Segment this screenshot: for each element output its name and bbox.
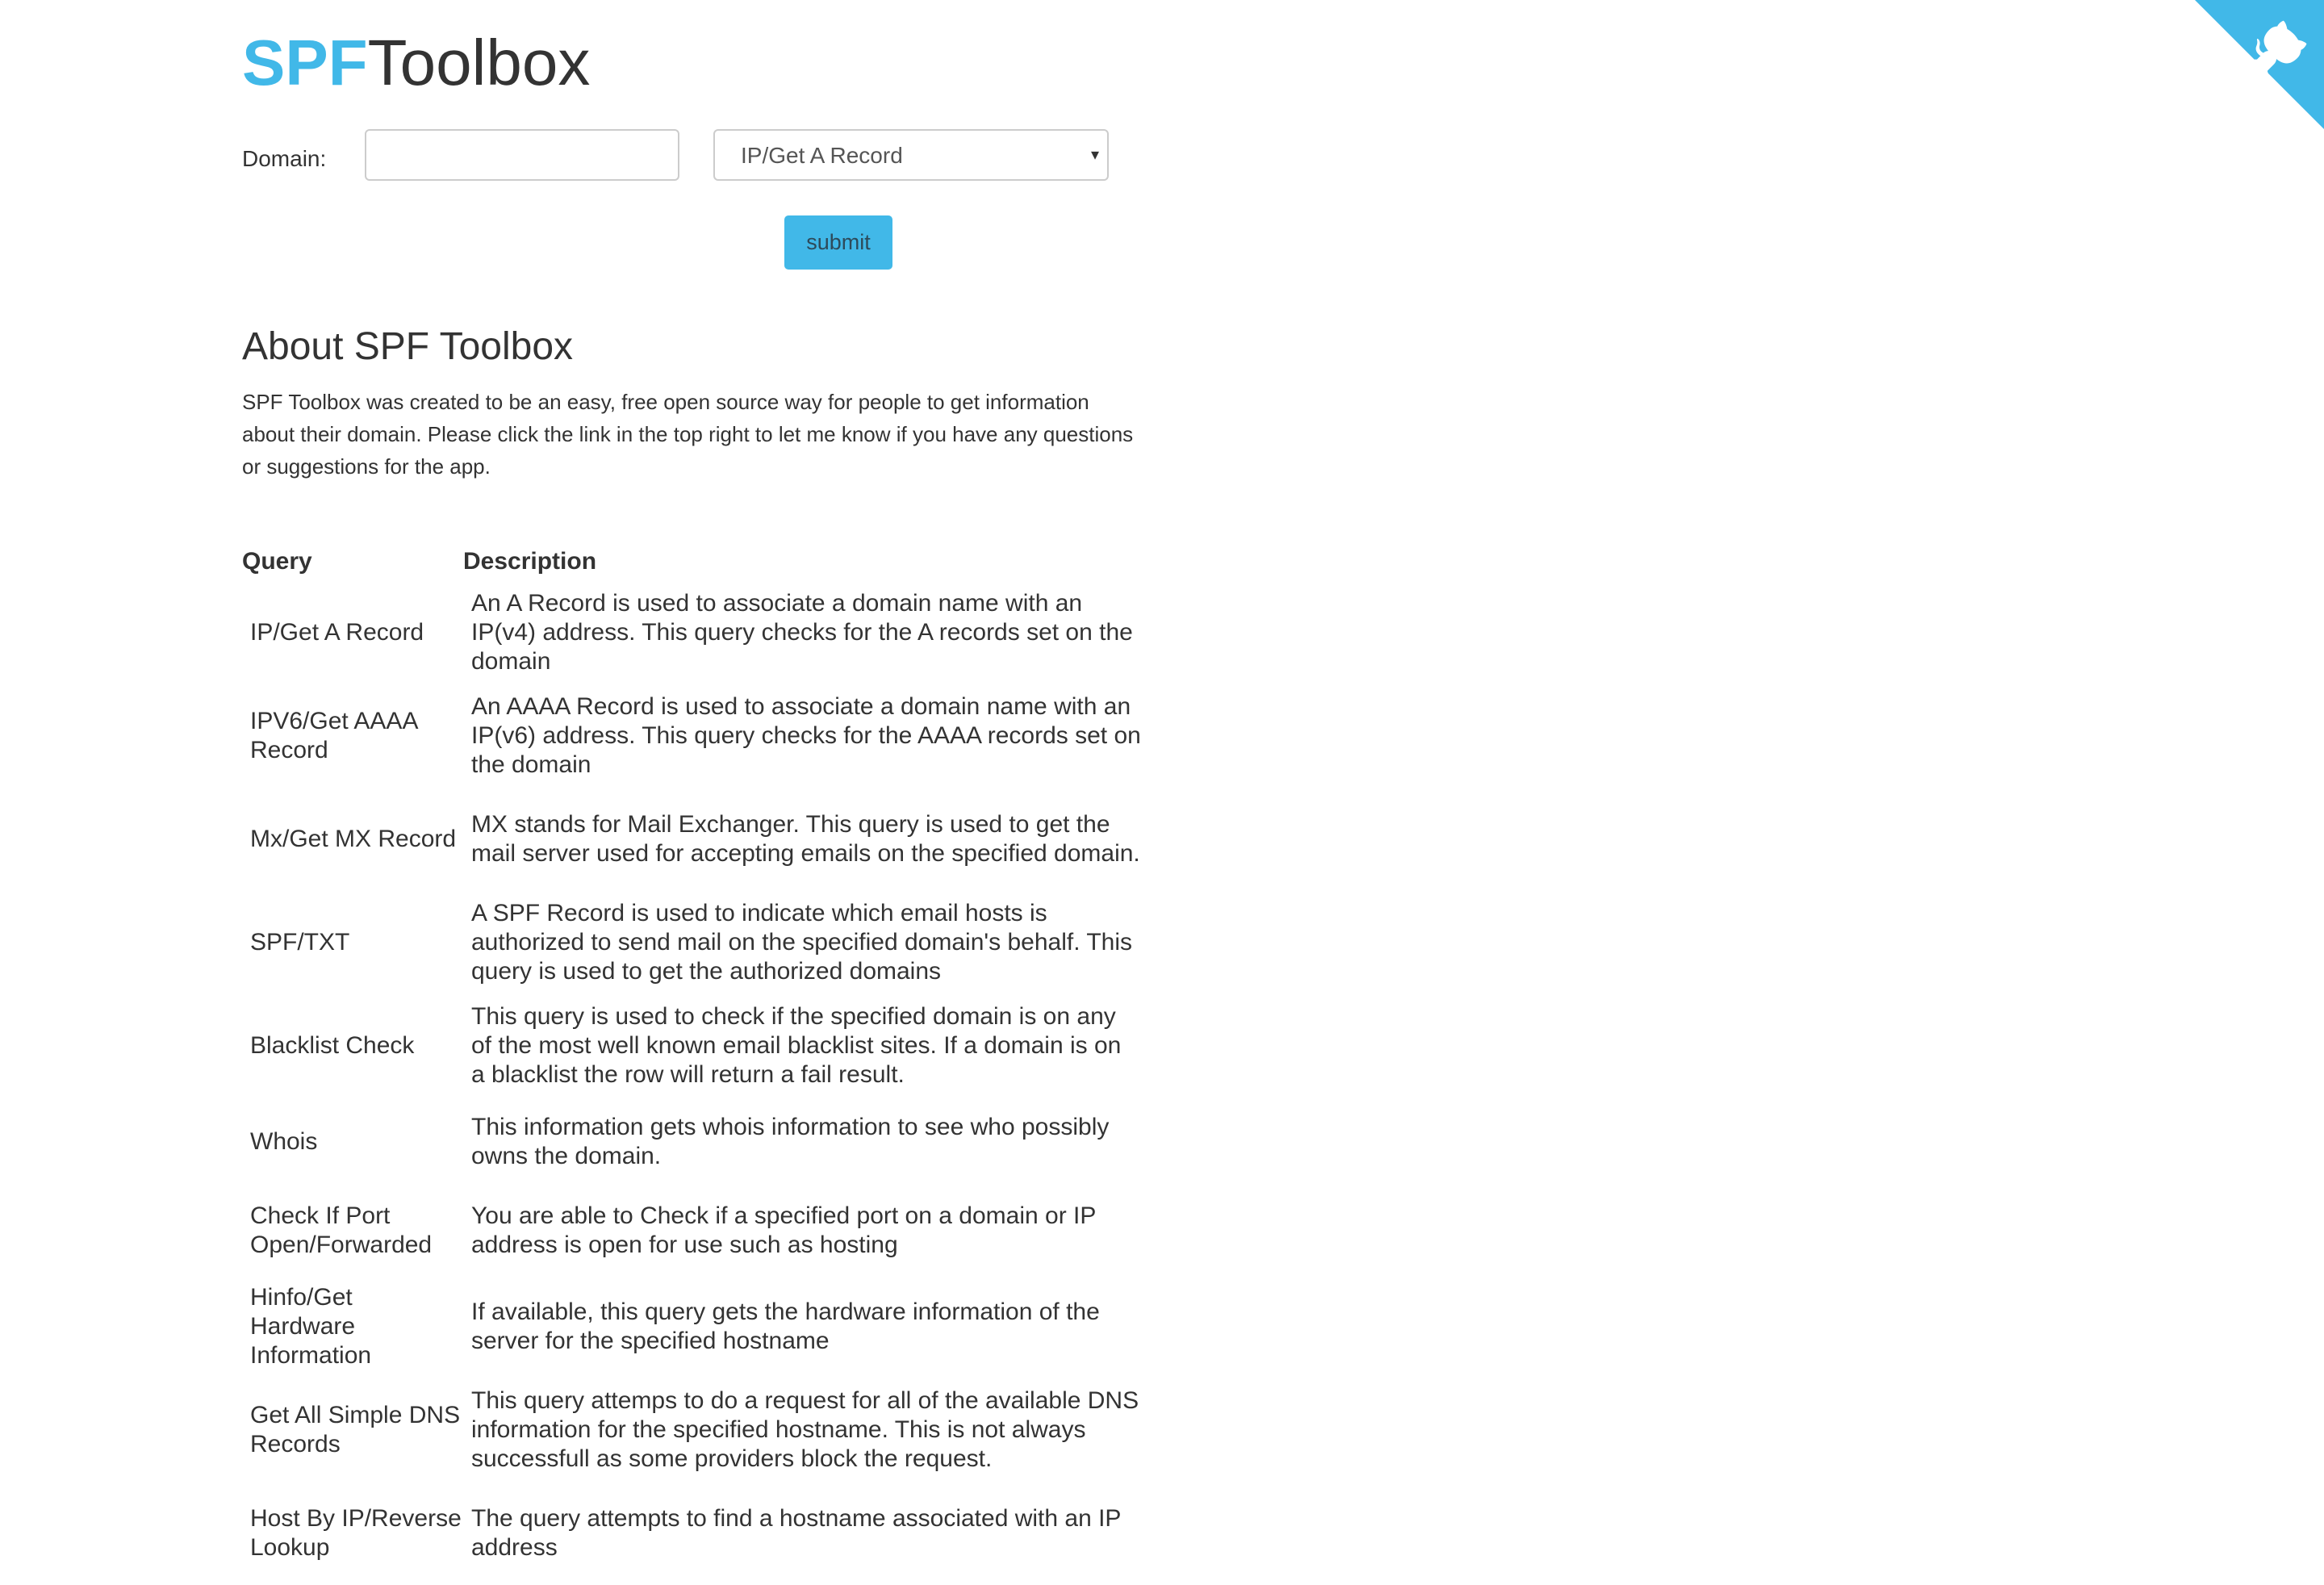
github-octocat-icon bbox=[2195, 0, 2324, 129]
table-row: IPV6/Get AAAA Record An AAAA Record is u… bbox=[242, 684, 1141, 788]
domain-label: Domain: bbox=[242, 146, 327, 171]
domain-input[interactable] bbox=[365, 129, 679, 181]
column-header-description: Description bbox=[463, 548, 597, 575]
about-heading: About SPF Toolbox bbox=[242, 325, 574, 368]
query-name: Mx/Get MX Record bbox=[250, 826, 457, 852]
query-description: This information gets whois information … bbox=[471, 1114, 1110, 1169]
table-row: Mx/Get MX Record MX stands for Mail Exch… bbox=[242, 788, 1141, 891]
table-row: Check If Port Open/Forwarded You are abl… bbox=[242, 1186, 1141, 1275]
query-name: Get All Simple DNS Records bbox=[250, 1402, 461, 1457]
query-type-select[interactable]: IP/Get A Record ▾ bbox=[713, 129, 1109, 181]
query-description: MX stands for Mail Exchanger. This query… bbox=[471, 811, 1140, 867]
query-description: You are able to Check if a specified por… bbox=[471, 1202, 1096, 1258]
query-name: Whois bbox=[250, 1128, 318, 1155]
query-description: The query attempts to find a hostname as… bbox=[471, 1505, 1121, 1561]
table-row: IP/Get A Record An A Record is used to a… bbox=[242, 581, 1141, 684]
table-row: Hinfo/Get Hardware Information If availa… bbox=[242, 1275, 1141, 1378]
query-description: This query attemps to do a request for a… bbox=[471, 1387, 1139, 1472]
column-header-query: Query bbox=[242, 548, 312, 575]
query-name: Blacklist Check bbox=[250, 1032, 415, 1059]
query-description: This query is used to check if the speci… bbox=[471, 1003, 1122, 1088]
table-row: Get All Simple DNS Records This query at… bbox=[242, 1378, 1141, 1482]
submit-button[interactable]: submit bbox=[784, 215, 892, 270]
about-text: SPF Toolbox was created to be an easy, f… bbox=[242, 390, 1134, 479]
query-type-selected: IP/Get A Record bbox=[741, 143, 903, 168]
site-logo[interactable]: SPFToolbox bbox=[242, 29, 590, 97]
query-description: An A Record is used to associate a domai… bbox=[471, 590, 1133, 675]
table-row: SPF/TXT A SPF Record is used to indicate… bbox=[242, 891, 1141, 994]
query-name: Host By IP/Reverse Lookup bbox=[250, 1505, 462, 1561]
query-description: A SPF Record is used to indicate which e… bbox=[471, 900, 1132, 985]
query-table: Query Description IP/Get A Record An A R… bbox=[242, 542, 1141, 1585]
query-name: IPV6/Get AAAA Record bbox=[250, 708, 417, 763]
caret-down-icon: ▾ bbox=[1090, 146, 1099, 164]
query-name: SPF/TXT bbox=[250, 929, 350, 956]
query-description: If available, this query gets the hardwa… bbox=[471, 1299, 1100, 1354]
query-name: Hinfo/Get Hardware Information bbox=[250, 1284, 372, 1369]
query-description: An AAAA Record is used to associate a do… bbox=[471, 693, 1141, 778]
table-header-row: Query Description bbox=[242, 542, 1141, 581]
github-corner-link[interactable] bbox=[2195, 0, 2324, 129]
logo-brand: SPF bbox=[242, 27, 368, 98]
query-name: IP/Get A Record bbox=[250, 619, 424, 646]
table-row: Blacklist Check This query is used to ch… bbox=[242, 994, 1141, 1098]
table-row: Whois This information gets whois inform… bbox=[242, 1098, 1141, 1186]
logo-rest: Toolbox bbox=[367, 27, 591, 98]
query-name: Check If Port Open/Forwarded bbox=[250, 1202, 433, 1258]
table-row: Host By IP/Reverse Lookup The query atte… bbox=[242, 1482, 1141, 1585]
